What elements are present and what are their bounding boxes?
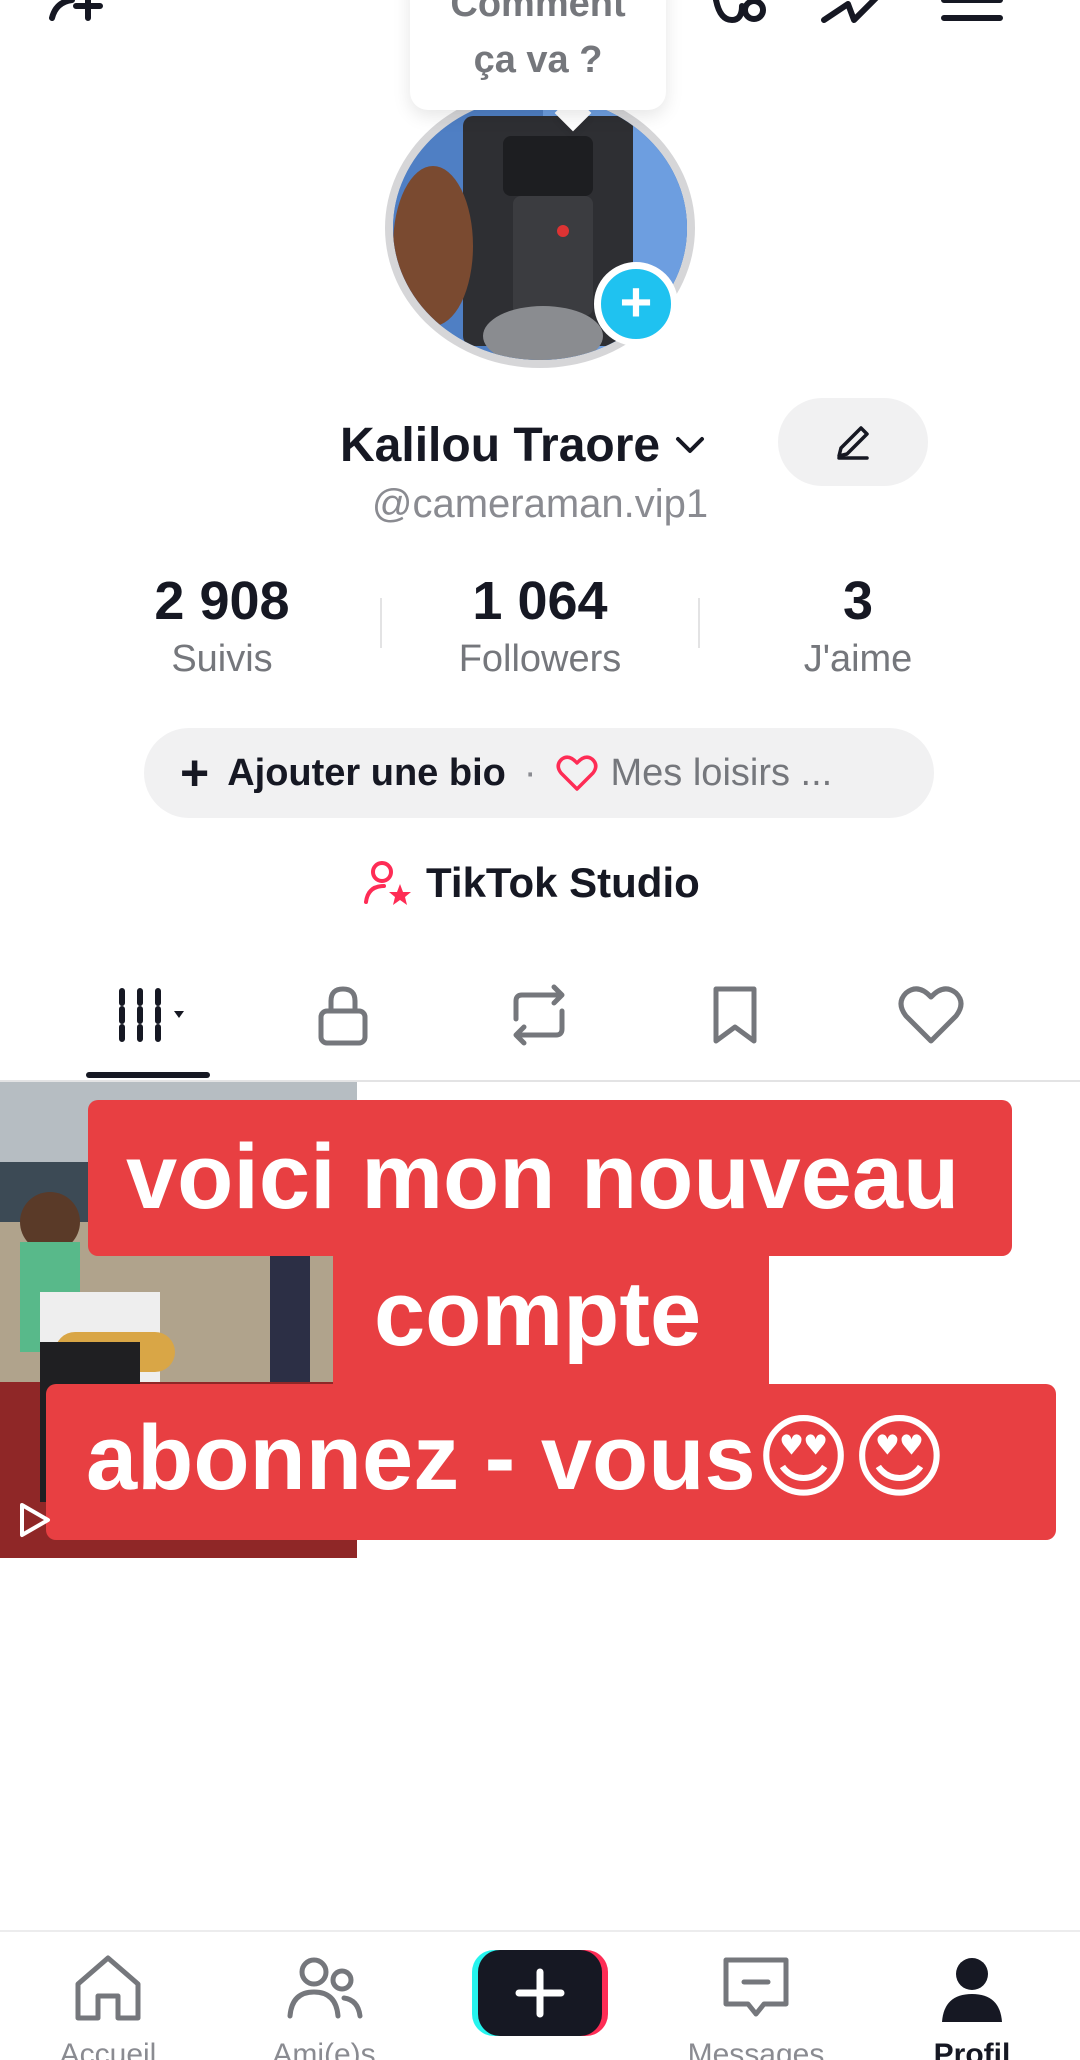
- stat-following[interactable]: 2 908 Suivis: [62, 568, 382, 684]
- caption-line2: compte: [374, 1263, 702, 1365]
- nav-friends[interactable]: Ami(e)s: [224, 1948, 424, 2060]
- stat-followers-label: Followers: [458, 638, 622, 680]
- studio-user-star-icon: [364, 861, 411, 905]
- nav-messages[interactable]: Messages: [656, 1948, 856, 2060]
- tab-favorites[interactable]: [690, 980, 780, 1050]
- menu-icon[interactable]: [938, 0, 1008, 40]
- nav-friends-label: Ami(e)s: [272, 2038, 376, 2060]
- add-bio-label[interactable]: Ajouter une bio: [227, 752, 506, 795]
- stat-followers-value: 1 064: [472, 571, 608, 631]
- plus-icon: +: [180, 745, 210, 801]
- chevron-down-icon: [676, 437, 705, 453]
- tiktok-studio-link[interactable]: TikTok Studio: [362, 858, 700, 908]
- nav-messages-label: Messages: [687, 2038, 825, 2060]
- tab-liked[interactable]: [886, 980, 976, 1050]
- nav-home[interactable]: Accueil: [8, 1948, 208, 2060]
- profile-name-row[interactable]: Kalilou Traore: [340, 410, 708, 480]
- grid-icon: [119, 988, 184, 1042]
- activity-icon[interactable]: [818, 0, 888, 40]
- bottom-nav-divider: [0, 1930, 1080, 1932]
- nav-profile[interactable]: Profil: [872, 1948, 1072, 2060]
- stat-likes[interactable]: 3 J'aime: [698, 568, 1018, 684]
- caption-line1: voici mon nouveau: [126, 1126, 960, 1228]
- home-icon: [75, 1955, 141, 2021]
- edit-profile-button[interactable]: [778, 398, 928, 486]
- tab-private[interactable]: [298, 980, 388, 1050]
- play-icon: [20, 1503, 50, 1537]
- bio-pill[interactable]: + Ajouter une bio · Mes loisirs ...: [144, 728, 934, 818]
- add-friend-icon[interactable]: [42, 0, 112, 40]
- bookmark-icon: [713, 986, 757, 1044]
- stat-likes-label: J'aime: [803, 638, 913, 680]
- stat-following-value: 2 908: [154, 571, 290, 631]
- profile-name: Kalilou Traore: [340, 418, 661, 472]
- stat-followers[interactable]: 1 064 Followers: [380, 568, 700, 684]
- stat-likes-value: 3: [842, 571, 874, 631]
- heart-outline-icon: [556, 755, 598, 791]
- messages-icon: [723, 1957, 789, 2017]
- tab-videos[interactable]: [112, 980, 202, 1050]
- create-button[interactable]: [472, 1950, 608, 2036]
- repost-icon: [513, 984, 565, 1046]
- active-tab-indicator: [86, 1072, 210, 1078]
- bio-separator: ·: [523, 751, 537, 794]
- heart-icon: [898, 986, 964, 1044]
- nav-home-label: Accueil: [59, 2038, 157, 2060]
- profile-handle: @cameraman.vip1: [371, 482, 709, 526]
- status-bubble-line2: ça va ?: [473, 39, 603, 81]
- creator-tools-icon[interactable]: [706, 0, 776, 40]
- tab-reposts[interactable]: [494, 980, 584, 1050]
- nav-profile-label: Profil: [933, 2038, 1011, 2060]
- add-story-button[interactable]: +: [594, 262, 678, 346]
- stat-following-label: Suivis: [171, 638, 273, 680]
- lock-icon: [318, 986, 368, 1046]
- caption-line3: abonnez - vous😍😍: [86, 1407, 948, 1509]
- studio-label: TikTok Studio: [426, 859, 700, 906]
- hobbies-label[interactable]: Mes loisirs ...: [611, 752, 833, 795]
- status-bubble[interactable]: Comment ça va ?: [410, 0, 666, 110]
- profile-icon: [942, 1958, 1002, 2022]
- friends-icon: [287, 1957, 363, 2019]
- pencil-icon: [837, 426, 869, 460]
- status-bubble-line1: Comment: [450, 0, 626, 25]
